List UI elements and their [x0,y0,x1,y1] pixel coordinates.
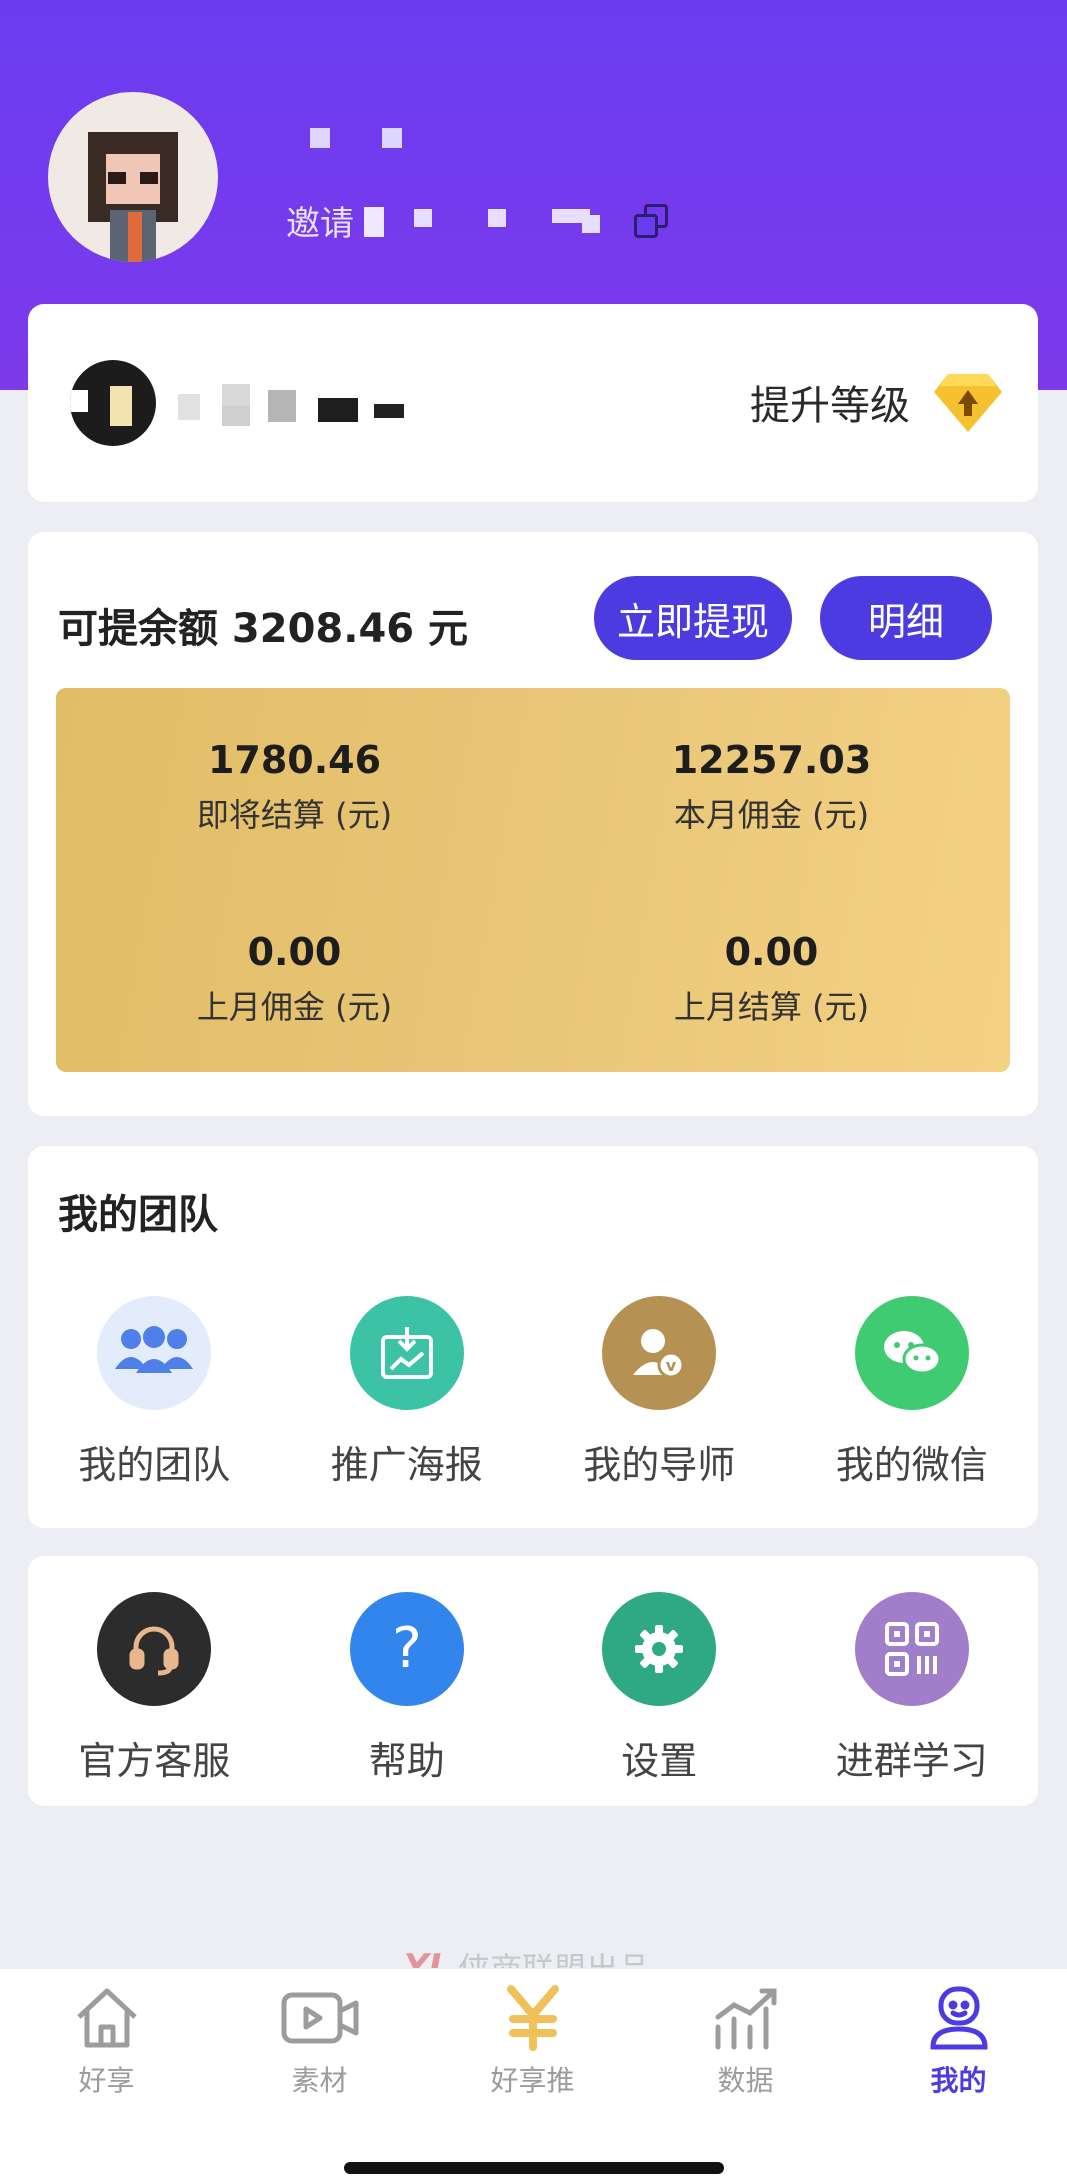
level-name-masked [178,384,438,428]
team-item-my-team[interactable]: 我的团队 [28,1296,281,1489]
video-icon [281,1992,358,2044]
stat-last-month-commission: 0.00 上月佣金 (元) [56,930,533,1028]
stat-label: 本月佣金 (元) [673,796,870,834]
tab-label: 好享 [78,2064,135,2097]
level-card: 提升等级 [28,304,1038,502]
invite-label: 邀请 [286,204,354,244]
team-item-label: 我的微信 [835,1443,988,1487]
profile-icon [929,1986,988,2050]
bottom-tab-bar: 好享 素材 好享推 数据 我的 [0,1968,1067,2180]
team-item-mentor[interactable]: v 我的导师 [533,1296,786,1489]
tool-item-settings[interactable]: 设置 [533,1592,786,1785]
tab-label: 好享推 [490,2064,575,2097]
tool-item-label: 设置 [621,1739,698,1783]
withdrawable-balance: 可提余额 3208.46 元 [58,606,469,652]
diamond-upgrade-icon [934,374,1002,432]
stat-value: 12257.03 [671,738,872,782]
team-item-label: 我的团队 [78,1443,231,1487]
home-indicator [344,2162,724,2174]
mentor-icon: v [602,1296,717,1410]
tool-item-join-group[interactable]: 进群学习 [786,1592,1039,1785]
team-item-wechat[interactable]: 我的微信 [786,1296,1039,1489]
home-icon [76,1988,137,2048]
team-section-title: 我的团队 [58,1192,218,1238]
commission-stats-panel: 1780.46 即将结算 (元) 12257.03 本月佣金 (元) 0.00 … [56,688,1010,1072]
help-icon: ? [349,1592,464,1706]
svg-text:v: v [666,1356,677,1375]
qr-code-icon [854,1592,969,1706]
tool-item-label: 进群学习 [835,1739,988,1783]
tool-item-customer-service[interactable]: 官方客服 [28,1592,281,1785]
gear-icon [602,1592,717,1706]
tool-item-help[interactable]: ? 帮助 [281,1592,534,1785]
stat-label: 上月佣金 (元) [196,988,393,1026]
poster-download-icon [349,1296,464,1410]
team-item-poster[interactable]: 推广海报 [281,1296,534,1489]
svg-text:?: ? [392,1619,422,1679]
tab-haoxiangtui[interactable]: 好享推 [426,1983,639,2099]
upgrade-label: 提升等级 [750,383,910,429]
stat-label: 即将结算 (元) [196,796,393,834]
tab-label: 我的 [930,2064,987,2097]
yuan-icon [506,1985,559,2051]
detail-button[interactable]: 明细 [820,576,992,660]
wechat-icon [854,1296,969,1410]
tab-haoxiang[interactable]: 好享 [0,1983,213,2099]
level-avatar [70,360,156,446]
stat-value: 0.00 [247,930,342,974]
tool-item-label: 帮助 [368,1739,445,1783]
user-avatar[interactable] [48,92,218,262]
invite-code-masked [364,201,624,241]
team-card: 我的团队 我的团队 推广海报 v 我的导师 我的微信 [28,1146,1038,1528]
invite-code-row: 邀请 [286,196,670,245]
balance-card: 可提余额 3208.46 元 立即提现 明细 1780.46 即将结算 (元) … [28,532,1038,1116]
upgrade-level-button[interactable]: 提升等级 [750,368,1004,436]
tool-item-label: 官方客服 [78,1739,231,1783]
tab-data[interactable]: 数据 [639,1983,852,2099]
team-icon [97,1296,212,1410]
chart-icon [715,1988,776,2050]
headset-icon [97,1592,212,1706]
tools-card: 官方客服 ? 帮助 设置 进群学习 [28,1556,1038,1806]
team-item-label: 我的导师 [583,1443,736,1487]
stat-value: 1780.46 [207,738,382,782]
stat-pending-settlement: 1780.46 即将结算 (元) [56,738,533,836]
tab-label: 素材 [291,2064,348,2097]
stat-value: 0.00 [724,930,819,974]
tab-label: 数据 [717,2064,774,2097]
stat-month-commission: 12257.03 本月佣金 (元) [533,738,1010,836]
tab-mine[interactable]: 我的 [852,1983,1065,2099]
withdraw-button[interactable]: 立即提现 [594,576,792,660]
tab-material[interactable]: 素材 [213,1983,426,2099]
stat-last-month-settlement: 0.00 上月结算 (元) [533,930,1010,1028]
team-item-label: 推广海报 [330,1443,483,1487]
stat-label: 上月结算 (元) [673,988,870,1026]
copy-icon[interactable] [632,202,670,240]
